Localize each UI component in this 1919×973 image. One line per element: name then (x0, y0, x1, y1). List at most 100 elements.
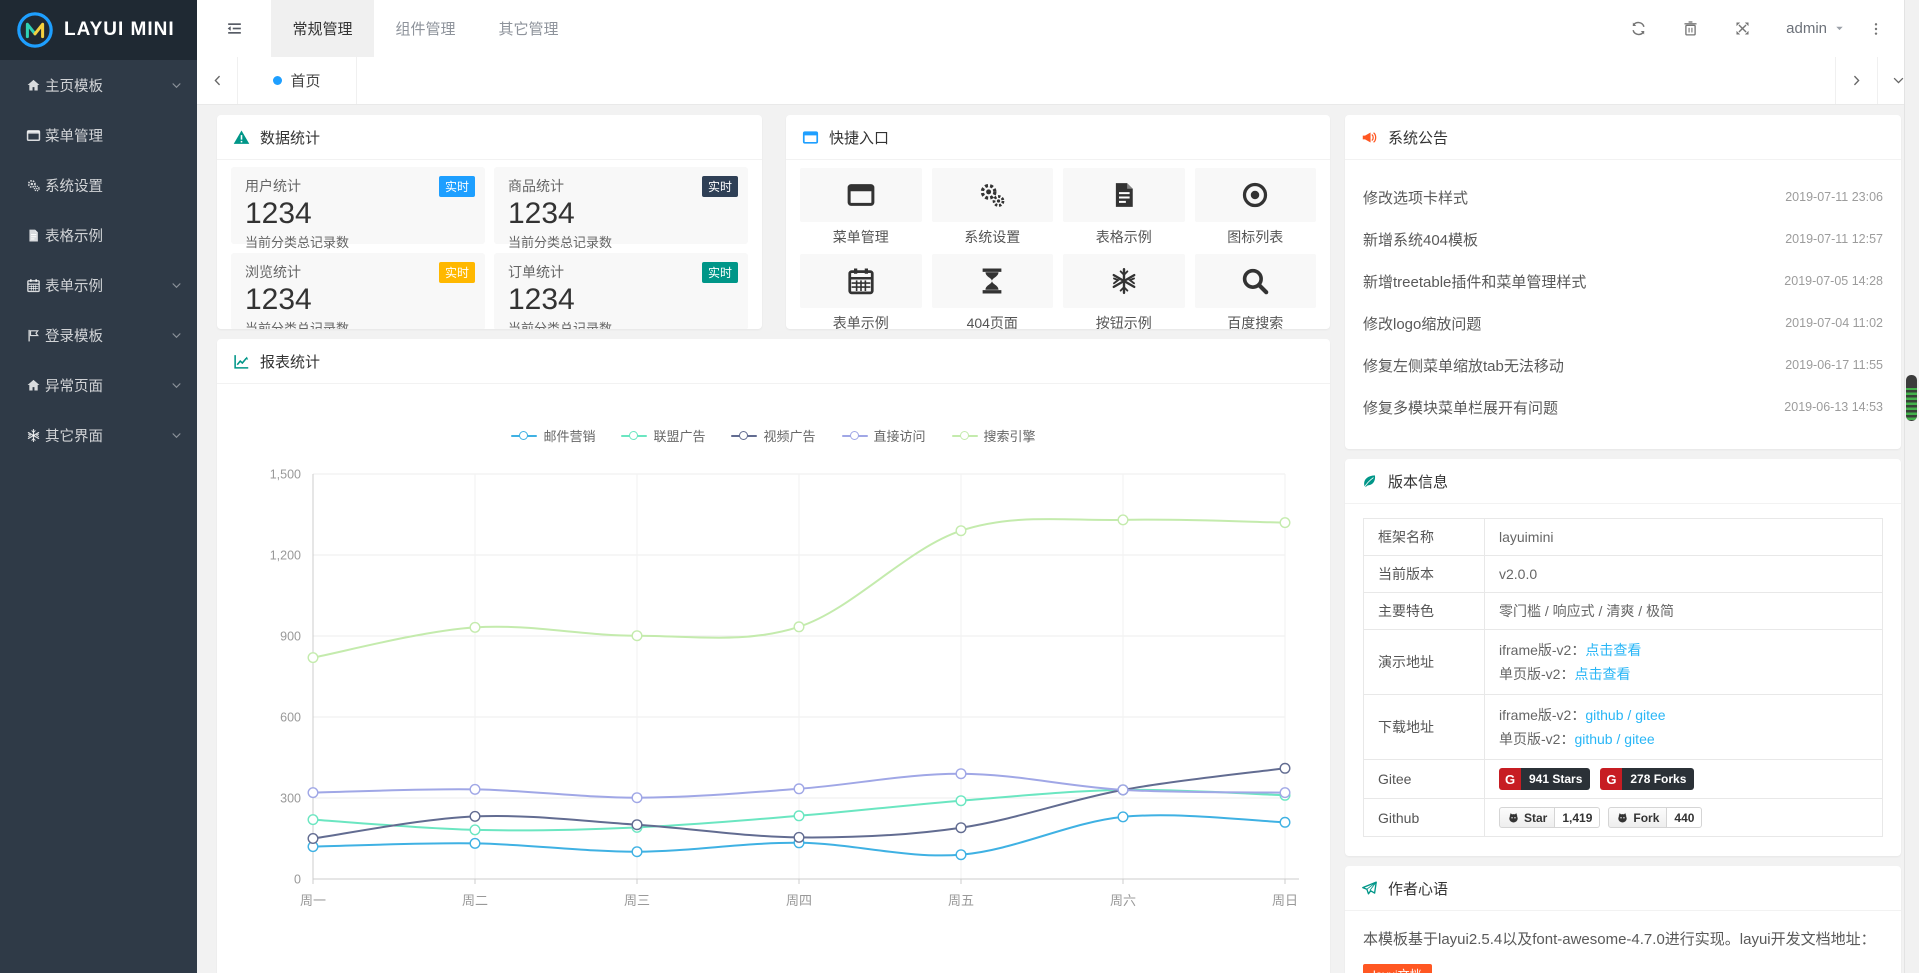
stat-desc: 当前分类总记录数 (245, 318, 471, 329)
shortcut-菜单管理[interactable]: 菜单管理 (800, 168, 922, 245)
svg-text:900: 900 (280, 630, 301, 644)
version-link[interactable]: github (1585, 707, 1623, 723)
stat-box: 商品统计1234当前分类总记录数实时 (494, 167, 748, 244)
announcement-text: 新增treetable插件和菜单管理样式 (1363, 271, 1586, 292)
card-title: 报表统计 (260, 351, 320, 372)
sidebar-item-label: 异常页面 (45, 375, 170, 396)
sidebar-item[interactable]: 异常页面 (0, 360, 197, 410)
legend-item[interactable]: 搜索引擎 (952, 426, 1036, 445)
shortcut-按钮示例[interactable]: 按钮示例 (1063, 254, 1185, 329)
svg-text:周三: 周三 (624, 893, 650, 908)
announcement-date: 2019-07-04 11:02 (1785, 316, 1883, 330)
github-badge[interactable]: Star 1,419 (1499, 807, 1600, 828)
page-tab[interactable]: 首页 (238, 57, 357, 104)
shortcut-图标列表[interactable]: 图标列表 (1195, 168, 1317, 245)
top-nav-tab[interactable]: 其它管理 (477, 0, 580, 57)
version-link[interactable]: 点击查看 (1574, 666, 1630, 682)
gitee-badge[interactable]: G941 Stars (1499, 768, 1590, 790)
svg-text:周二: 周二 (462, 893, 488, 908)
sidebar-item[interactable]: 菜单管理 (0, 110, 197, 160)
snowflake-icon (21, 428, 45, 443)
window-icon (21, 128, 45, 143)
version-info-card: 版本信息 框架名称layuimini当前版本v2.0.0主要特色零门槛 / 响应… (1345, 459, 1901, 856)
report-header: 报表统计 (217, 339, 1330, 384)
shortcut-系统设置[interactable]: 系统设置 (932, 168, 1054, 245)
realtime-badge: 实时 (702, 176, 738, 197)
more-vertical-icon[interactable] (1859, 0, 1893, 57)
shortcuts-header: 快捷入口 (786, 115, 1330, 160)
legend-marker-icon (511, 431, 537, 441)
page-scrollbar (1904, 0, 1919, 973)
sidebar-collapse-icon[interactable] (197, 0, 271, 57)
shortcut-404页面[interactable]: 404页面 (932, 254, 1054, 329)
report-chart-card: 报表统计 邮件营销联盟广告视频广告直接访问搜索引擎 03006009001,20… (217, 339, 1330, 973)
sidebar-item[interactable]: 主页模板 (0, 60, 197, 110)
data-stats-card: 数据统计 用户统计1234当前分类总记录数实时商品统计1234当前分类总记录数实… (217, 115, 762, 329)
legend-item[interactable]: 邮件营销 (511, 426, 595, 445)
card-title: 版本信息 (1388, 471, 1448, 492)
github-badge-text: Star (1524, 811, 1547, 825)
github-badge-count: 1,419 (1555, 807, 1600, 828)
refresh-icon[interactable] (1612, 0, 1664, 57)
announcements-header: 系统公告 (1345, 115, 1901, 160)
chevron-down-icon (170, 379, 183, 392)
author-header: 作者心语 (1345, 866, 1901, 911)
legend-label: 视频广告 (763, 426, 815, 445)
leaf-icon (1361, 473, 1378, 490)
author-note-card: 作者心语 本模板基于layui2.5.4以及font-awesome-4.7.0… (1345, 866, 1901, 973)
announcements-card: 系统公告 修改选项卡样式2019-07-11 23:06新增系统404模板201… (1345, 115, 1901, 449)
sidebar-item[interactable]: 其它界面 (0, 410, 197, 460)
scrollbar-thumb[interactable] (1906, 375, 1917, 421)
version-link[interactable]: gitee (1624, 731, 1654, 747)
chevron-down-icon (170, 279, 183, 292)
version-link[interactable]: github (1574, 731, 1612, 747)
shortcut-表单示例[interactable]: 表单示例 (800, 254, 922, 329)
announcement-row: 新增系统404模板2019-07-11 12:57 (1363, 218, 1883, 260)
app-title: LAYUI MINI (64, 19, 175, 41)
legend-label: 搜索引擎 (984, 426, 1036, 445)
sidebar: LAYUI MINI 主页模板菜单管理系统设置表格示例表单示例登录模板异常页面其… (0, 0, 197, 973)
sidebar-item[interactable]: 登录模板 (0, 310, 197, 360)
svg-text:300: 300 (280, 792, 301, 806)
legend-item[interactable]: 视频广告 (731, 426, 815, 445)
top-nav-tab[interactable]: 常规管理 (271, 0, 374, 57)
sidebar-item-label: 表单示例 (45, 275, 170, 296)
page-tabbar: 首页 (197, 57, 1919, 105)
version-row: 主要特色零门槛 / 响应式 / 清爽 / 极简 (1364, 593, 1883, 630)
layui-doc-badge[interactable]: layui文档 (1363, 964, 1432, 973)
version-link[interactable]: 点击查看 (1585, 642, 1641, 658)
tabs-scroll-left-button[interactable] (197, 57, 238, 104)
top-nav-tab[interactable]: 组件管理 (374, 0, 477, 57)
fullscreen-icon[interactable] (1716, 0, 1768, 57)
sidebar-item[interactable]: 表格示例 (0, 210, 197, 260)
legend-marker-icon (842, 431, 868, 441)
sidebar-item[interactable]: 系统设置 (0, 160, 197, 210)
version-row-value: layuimini (1485, 519, 1883, 556)
tabs-scroll-right-button[interactable] (1835, 57, 1877, 104)
announcement-date: 2019-06-13 14:53 (1784, 400, 1883, 414)
user-menu[interactable]: admin (1786, 20, 1845, 37)
legend-item[interactable]: 联盟广告 (621, 426, 705, 445)
sidebar-item[interactable]: 表单示例 (0, 260, 197, 310)
stat-label: 商品统计 (508, 176, 734, 196)
active-tab-dot-icon (273, 76, 282, 85)
github-badge[interactable]: Fork440 (1608, 807, 1702, 828)
version-link[interactable]: gitee (1635, 707, 1665, 723)
shortcut-label: 系统设置 (932, 227, 1054, 245)
gitee-badge-text: 278 Forks (1622, 768, 1694, 790)
trash-icon[interactable] (1664, 0, 1716, 57)
svg-text:周六: 周六 (1110, 893, 1136, 908)
shortcut-百度搜索[interactable]: 百度搜索 (1195, 254, 1317, 329)
announcement-text: 修改选项卡样式 (1363, 187, 1468, 208)
version-row-label: 演示地址 (1364, 630, 1485, 695)
sidebar-item-label: 表格示例 (45, 225, 183, 246)
stats-grid: 用户统计1234当前分类总记录数实时商品统计1234当前分类总记录数实时浏览统计… (217, 160, 762, 329)
svg-text:周一: 周一 (300, 893, 326, 908)
sidebar-item-label: 其它界面 (45, 425, 170, 446)
legend-item[interactable]: 直接访问 (842, 426, 926, 445)
shortcut-表格示例[interactable]: 表格示例 (1063, 168, 1185, 245)
gitee-badge[interactable]: G278 Forks (1600, 768, 1694, 790)
username: admin (1786, 20, 1827, 37)
logo[interactable]: LAYUI MINI (0, 0, 197, 60)
hourglass-icon (932, 254, 1054, 308)
